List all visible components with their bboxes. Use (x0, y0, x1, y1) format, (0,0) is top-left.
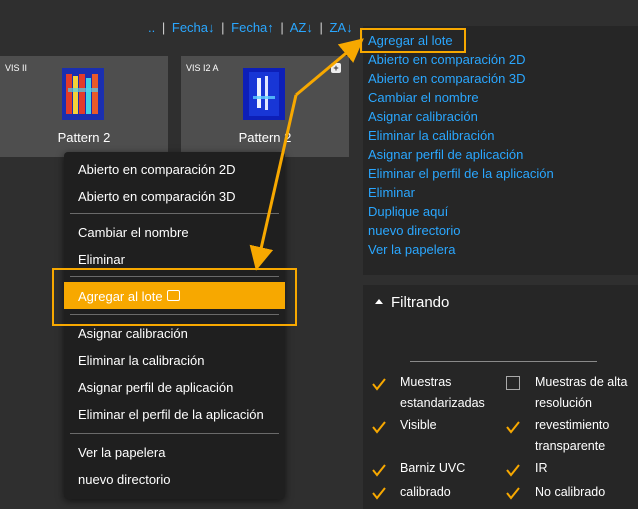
checkmark-icon[interactable] (372, 420, 386, 434)
checkmark-icon[interactable] (506, 486, 520, 500)
checkmark-icon[interactable] (372, 486, 386, 500)
card-name: Pattern 2 (57, 130, 111, 145)
sort-date-desc[interactable]: Fecha↓ (172, 20, 215, 35)
checkbox-empty[interactable] (506, 376, 520, 390)
sort-date-asc[interactable]: Fecha↑ (231, 20, 274, 35)
action-remove-calibration[interactable]: Eliminar la calibración (368, 128, 494, 143)
checkmark-icon[interactable] (506, 463, 520, 477)
action-remove-profile[interactable]: Eliminar el perfil de la aplicación (368, 166, 554, 181)
card-name: Pattern 2 (238, 130, 292, 145)
menu-divider (70, 213, 279, 214)
sample-card[interactable]: VIS II Pattern 2 (0, 56, 168, 157)
sort-separator: | (319, 20, 323, 35)
checkmark-icon[interactable] (372, 377, 386, 391)
checkmark-icon[interactable] (506, 420, 520, 434)
menu-open-2d[interactable]: Abierto en comparación 2D (78, 162, 236, 177)
action-view-trash[interactable]: Ver la papelera (368, 242, 455, 257)
action-new-directory[interactable]: nuevo directorio (368, 223, 461, 238)
filter-option-ir: IR (535, 461, 548, 475)
menu-remove-calibration[interactable]: Eliminar la calibración (78, 353, 204, 368)
sort-az[interactable]: AZ↓ (290, 20, 313, 35)
action-open-2d[interactable]: Abierto en comparación 2D (368, 52, 526, 67)
pattern-thumbnail (243, 68, 285, 120)
menu-assign-calibration[interactable]: Asignar calibración (78, 326, 188, 341)
filter-option-visible: Visible (400, 418, 437, 432)
filter-toggle[interactable]: Filtrando (375, 294, 449, 311)
action-delete[interactable]: Eliminar (368, 185, 415, 200)
menu-new-directory[interactable]: nuevo directorio (78, 472, 171, 487)
card-tag: VIS II (5, 63, 28, 73)
menu-open-3d[interactable]: Abierto en comparación 3D (78, 189, 236, 204)
menu-delete[interactable]: Eliminar (78, 252, 125, 267)
highlight-callout (52, 268, 297, 326)
pattern-thumbnail (62, 68, 104, 120)
action-duplicate-here[interactable]: Duplique aquí (368, 204, 448, 219)
action-assign-calibration[interactable]: Asignar calibración (368, 109, 478, 124)
caret-up-icon (375, 298, 383, 304)
filter-option-high-res: Muestras de alta resolución (535, 375, 628, 410)
sort-separator: | (280, 20, 284, 35)
filter-option-clearcoat: revestimiento transparente (535, 418, 610, 453)
actions-panel: Agregar al lote Abierto en comparación 2… (363, 26, 638, 275)
filter-option-calibrated: calibrado (400, 485, 451, 499)
menu-remove-profile[interactable]: Eliminar el perfil de la aplicación (78, 407, 264, 422)
menu-view-trash[interactable]: Ver la papelera (78, 445, 165, 460)
sort-separator: | (221, 20, 225, 35)
menu-divider (70, 433, 279, 434)
card-tag: VIS I2 A (186, 63, 219, 73)
add-icon[interactable]: + (331, 63, 341, 73)
action-rename[interactable]: Cambiar el nombre (368, 90, 479, 105)
menu-assign-profile[interactable]: Asignar perfil de aplicación (78, 380, 233, 395)
highlight-callout (360, 28, 466, 53)
checkmark-icon[interactable] (372, 463, 386, 477)
sort-bar: .. | Fecha↓ | Fecha↑ | AZ↓ | ZA↓ (148, 20, 353, 35)
filter-option-not-calibrated: No calibrado (535, 485, 606, 499)
filter-divider (410, 361, 597, 362)
filter-option-standardized: Muestras estandarizadas (400, 375, 485, 410)
sort-parent-link[interactable]: .. (148, 20, 155, 35)
sample-card[interactable]: VIS I2 A + Pattern 2 (181, 56, 349, 157)
action-open-3d[interactable]: Abierto en comparación 3D (368, 71, 526, 86)
sort-za[interactable]: ZA↓ (329, 20, 352, 35)
filter-panel: Filtrando Muestras estandarizadas Muestr… (363, 285, 638, 509)
action-assign-profile[interactable]: Asignar perfil de aplicación (368, 147, 523, 162)
filter-option-uvc: Barniz UVC (400, 461, 466, 475)
sort-separator: | (161, 20, 166, 35)
filter-title: Filtrando (391, 294, 450, 311)
menu-rename[interactable]: Cambiar el nombre (78, 225, 189, 240)
